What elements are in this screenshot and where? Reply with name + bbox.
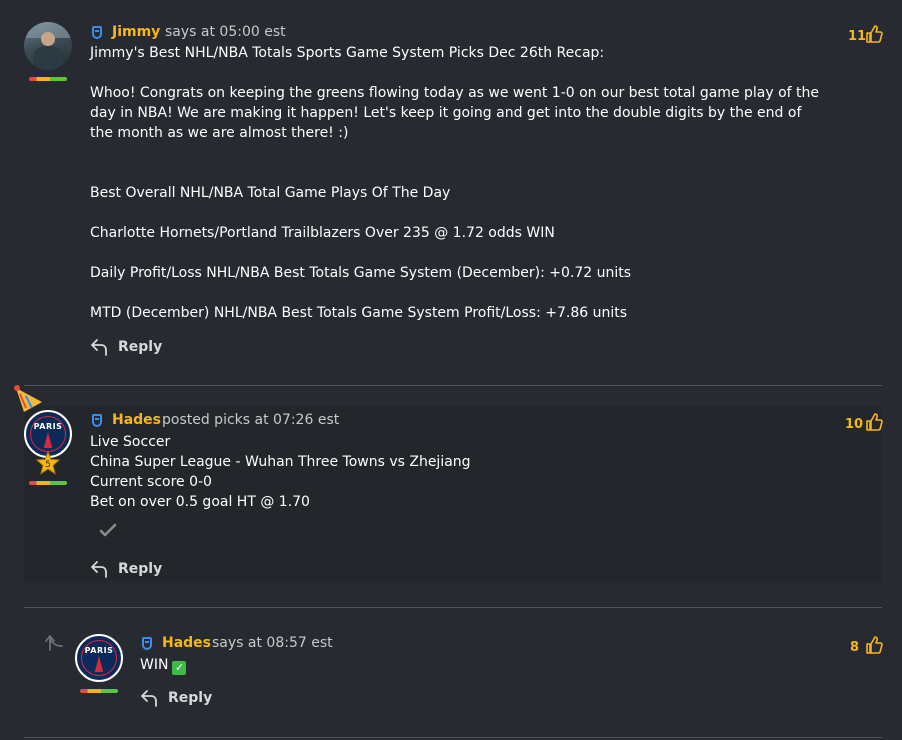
text-line: WIN <box>140 657 169 673</box>
medal-icon <box>142 637 152 650</box>
comment-hades-reply: PARIS Hades says at 08:57 est 8 WIN ✓ Rep… <box>0 0 902 740</box>
reply-label: Reply <box>168 690 213 706</box>
comment-meta: says at 08:57 est <box>212 635 333 651</box>
author-name[interactable]: Hades <box>162 635 211 651</box>
comment-text: WIN ✓ <box>140 655 187 675</box>
green-check-icon: ✓ <box>172 661 187 675</box>
thumbs-up-icon[interactable] <box>865 635 883 655</box>
like-count: 8 <box>850 640 860 655</box>
reply-arrow-icon <box>141 690 157 707</box>
reply-button[interactable]: Reply <box>140 688 212 708</box>
divider <box>24 737 882 738</box>
avatar[interactable]: PARIS <box>75 634 123 682</box>
rank-bar <box>80 689 118 693</box>
thread-reply-icon <box>45 635 63 651</box>
